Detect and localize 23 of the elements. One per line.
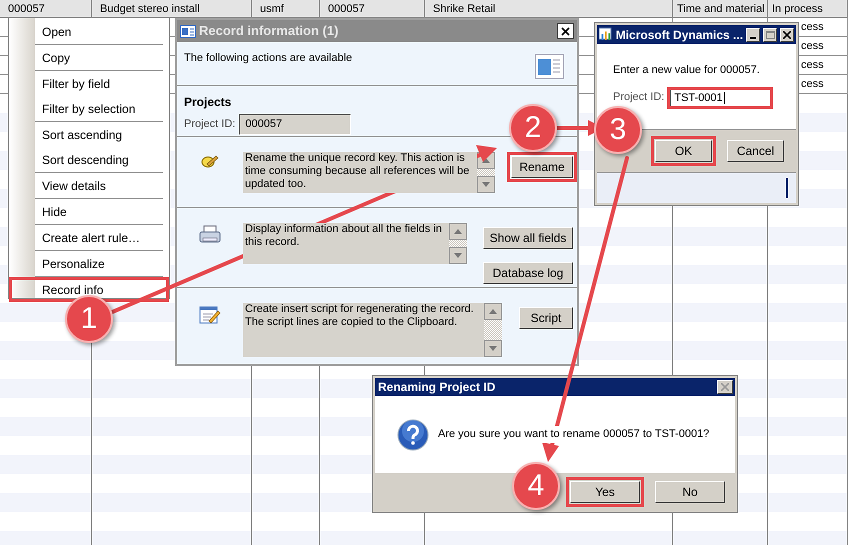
description-text: Rename the unique record key. This action is time consuming because all references will be updated too.	[243, 152, 477, 193]
table-cell-text: cess	[801, 39, 824, 54]
prompt-text: Enter a new value for 000057.	[613, 63, 761, 78]
table-cell-text: cess	[801, 77, 824, 92]
window-title: Renaming Project ID	[378, 379, 496, 396]
confirm-message: Are you sure you want to rename 000057 to TST-0001?	[438, 426, 710, 443]
table-cell: In process	[772, 3, 823, 15]
table-cell-text: cess	[801, 20, 824, 35]
table-cell: Budget stereo install	[100, 3, 200, 15]
table-cell: 000057	[328, 3, 365, 15]
table-cell: Time and material	[677, 3, 765, 15]
intro-text: The following actions are available	[184, 51, 352, 66]
window-title: Record information (1)	[199, 22, 340, 40]
window-title: Microsoft Dynamics ...	[616, 26, 744, 44]
field-label: Project ID:	[184, 117, 236, 132]
description-text: Display information about all the fields in this record.	[243, 223, 449, 264]
table-cell: 000057	[8, 3, 45, 15]
table-cell: usmf	[260, 3, 284, 15]
description-text: Create insert script for regenerating the record. The script lines are copied to the Clipboard.	[243, 303, 484, 357]
table-cell-text: cess	[801, 58, 824, 73]
field-label: Project ID:	[613, 90, 664, 106]
section-title: Projects	[184, 94, 232, 111]
table-cell: Shrike Retail	[433, 3, 496, 15]
